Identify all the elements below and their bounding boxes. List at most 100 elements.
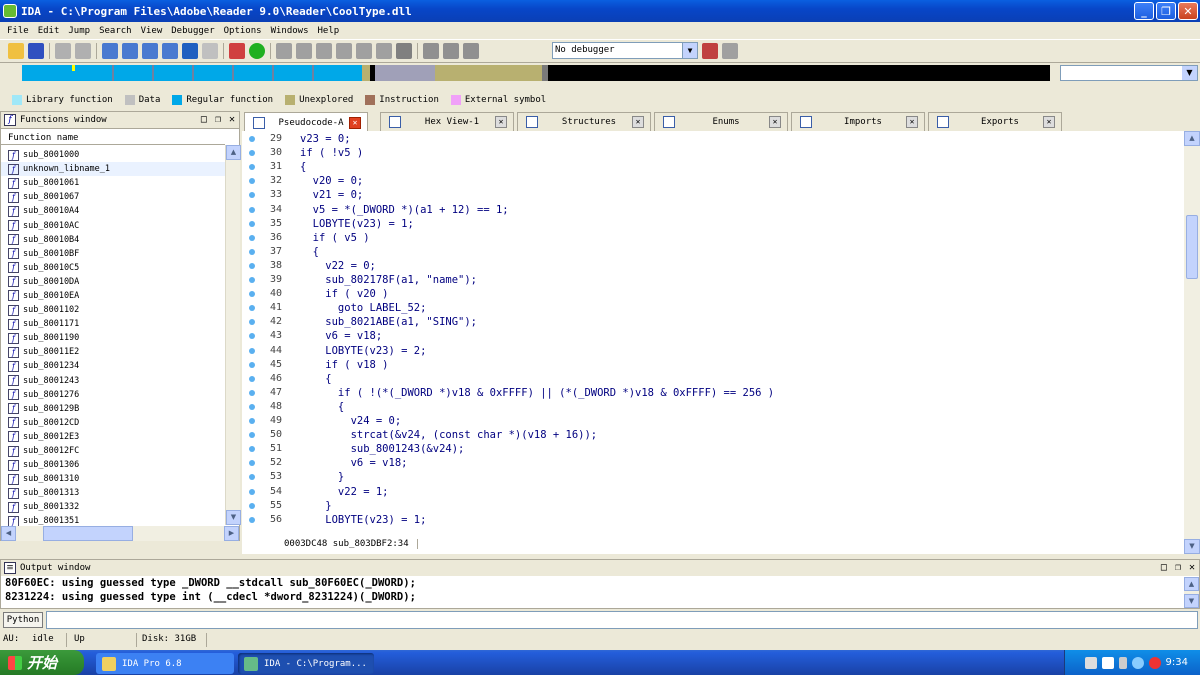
function-list-item[interactable]: f sub_80012CD xyxy=(1,416,225,430)
breakpoint-dot-icon[interactable] xyxy=(249,361,255,368)
function-list-item[interactable]: f sub_80010DA xyxy=(1,275,225,289)
breakpoint-dot-icon[interactable] xyxy=(249,375,255,382)
function-list-item[interactable]: f sub_80012FC xyxy=(1,444,225,458)
function-list-item[interactable]: f sub_800129B xyxy=(1,402,225,416)
code-line[interactable]: 51 sub_8001243(&v24); xyxy=(242,442,1142,456)
open-icon[interactable] xyxy=(8,43,24,59)
breakpoint-dot-icon[interactable] xyxy=(249,460,255,467)
menu-help[interactable]: Help xyxy=(318,26,340,36)
code-line[interactable]: 48 { xyxy=(242,400,1142,414)
undefine-icon[interactable] xyxy=(356,43,372,59)
function-list-item[interactable]: f sub_8001102 xyxy=(1,303,225,317)
code-line[interactable]: 40 if ( v20 ) xyxy=(242,287,1142,301)
scroll-down-icon[interactable]: ▼ xyxy=(1184,539,1200,554)
plugin-icon[interactable] xyxy=(702,43,718,59)
code-line[interactable]: 30 if ( !v5 ) xyxy=(242,146,1142,160)
options-icon[interactable] xyxy=(722,43,738,59)
taskbar-item-ida-folder[interactable]: IDA Pro 6.8 xyxy=(96,653,234,674)
save-icon[interactable] xyxy=(28,43,44,59)
analysis-icon[interactable] xyxy=(229,43,245,59)
menu-jump[interactable]: Jump xyxy=(68,26,90,36)
menu-search[interactable]: Search xyxy=(99,26,132,36)
tab-close-icon[interactable]: ✕ xyxy=(906,116,918,128)
code-line[interactable]: 56 LOBYTE(v23) = 1; xyxy=(242,513,1142,527)
code-line[interactable]: 46 { xyxy=(242,372,1142,386)
breakpoint-dot-icon[interactable] xyxy=(249,403,255,410)
tab-close-icon[interactable]: ✕ xyxy=(1043,116,1055,128)
code-line[interactable]: 39 sub_802178F(a1, "name"); xyxy=(242,273,1142,287)
code-line[interactable]: 47 if ( !(*(_DWORD *)v18 & 0xFFFF) || (*… xyxy=(242,386,1142,400)
function-list-item[interactable]: f sub_8001332 xyxy=(1,500,225,514)
scroll-thumb[interactable] xyxy=(43,526,133,541)
function-list-item[interactable]: f sub_8001243 xyxy=(1,374,225,388)
function-list-item[interactable]: f sub_8001306 xyxy=(1,458,225,472)
code-line[interactable]: 37 { xyxy=(242,245,1142,259)
tab-close-icon[interactable]: ✕ xyxy=(632,116,644,128)
code-line[interactable]: 54 v22 = 1; xyxy=(242,485,1142,499)
pseudocode-vscrollbar[interactable]: ▲ ▼ xyxy=(1184,131,1200,554)
breakpoint-dot-icon[interactable] xyxy=(249,502,255,509)
code-line[interactable]: 29 v23 = 0; xyxy=(242,132,1142,146)
function-list-item[interactable]: f sub_80010AC xyxy=(1,218,225,232)
keyboard-icon[interactable] xyxy=(1084,656,1097,669)
tab-enums[interactable]: Enums ✕ xyxy=(654,112,788,131)
menu-options[interactable]: Options xyxy=(224,26,262,36)
security-icon[interactable] xyxy=(1148,656,1161,669)
panel-float-icon[interactable]: ❐ xyxy=(1175,562,1181,573)
code-line[interactable]: 35 LOBYTE(v23) = 1; xyxy=(242,217,1142,231)
code-line[interactable]: 52 v6 = v18; xyxy=(242,456,1142,470)
code-line[interactable]: 34 v5 = *(_DWORD *)(a1 + 12) == 1; xyxy=(242,203,1142,217)
text-search-icon[interactable] xyxy=(122,43,138,59)
scroll-up-icon[interactable]: ▲ xyxy=(1184,577,1199,591)
code-line[interactable]: 32 v20 = 0; xyxy=(242,174,1142,188)
navigation-band[interactable] xyxy=(22,65,1050,81)
python-button[interactable]: Python xyxy=(3,612,43,628)
breakpoint-dot-icon[interactable] xyxy=(249,136,255,142)
code-line[interactable]: 55 } xyxy=(242,499,1142,513)
scroll-left-icon[interactable]: ◀ xyxy=(1,526,16,541)
tab-pseudocode-a[interactable]: Pseudocode-A ✕ xyxy=(244,112,368,132)
scroll-down-icon[interactable]: ▼ xyxy=(1184,594,1199,608)
function-list-item[interactable]: f sub_80010C5 xyxy=(1,261,225,275)
code-line[interactable]: 31 { xyxy=(242,160,1142,174)
jump-up-icon[interactable] xyxy=(182,43,198,59)
menu-windows[interactable]: Windows xyxy=(271,26,309,36)
breakpoint-dot-icon[interactable] xyxy=(249,418,255,424)
breakpoint-dot-icon[interactable] xyxy=(249,347,255,354)
next-search-icon[interactable] xyxy=(162,43,178,59)
function-list-item[interactable]: f sub_80011E2 xyxy=(1,345,225,359)
breakpoint-dot-icon[interactable] xyxy=(249,305,255,312)
breakpoint-dot-icon[interactable] xyxy=(249,432,255,439)
function-list-vscrollbar[interactable]: ▲ ▼ xyxy=(225,145,241,525)
scroll-right-icon[interactable]: ▶ xyxy=(224,526,239,541)
panel-float-icon[interactable]: ❐ xyxy=(215,114,221,125)
function-list-item[interactable]: f unknown_libname_1 xyxy=(1,162,225,177)
code-line[interactable]: 49 v24 = 0; xyxy=(242,414,1142,428)
code-line[interactable]: 43 v6 = v18; xyxy=(242,329,1142,343)
pseudocode-view[interactable]: 29 v23 = 0; 30 if ( !v5 ) 31{32 v20 = 0; 33 v… xyxy=(242,131,1184,538)
scroll-up-icon[interactable]: ▲ xyxy=(226,145,241,160)
menu-view[interactable]: View xyxy=(141,26,163,36)
back-icon[interactable] xyxy=(55,43,71,59)
help-icon[interactable] xyxy=(1101,656,1114,669)
panel-close-icon[interactable]: ✕ xyxy=(1189,562,1195,573)
delete-icon[interactable] xyxy=(396,43,412,59)
network-icon[interactable] xyxy=(1131,656,1144,669)
breakpoint-dot-icon[interactable] xyxy=(249,206,255,213)
breakpoint-dot-icon[interactable] xyxy=(249,389,255,396)
python-command-input[interactable] xyxy=(46,611,1198,629)
minimize-button[interactable]: _ xyxy=(1134,2,1154,20)
code-line[interactable]: 42 sub_8021ABE(a1, "SING"); xyxy=(242,315,1142,329)
function-list-item[interactable]: f sub_8001234 xyxy=(1,359,225,373)
stop-icon[interactable] xyxy=(463,43,479,59)
code-line[interactable]: 50 strcat(&v24, (const char *)(v18 + 16)… xyxy=(242,428,1142,442)
function-list-item[interactable]: f sub_8001313 xyxy=(1,486,225,500)
tab-imports[interactable]: Imports ✕ xyxy=(791,112,925,131)
graph-icon[interactable] xyxy=(202,43,218,59)
debugger-select[interactable]: No debugger ▼ xyxy=(552,42,698,59)
forward-icon[interactable] xyxy=(75,43,91,59)
string-icon[interactable] xyxy=(316,43,332,59)
breakpoint-dot-icon[interactable] xyxy=(249,248,255,255)
code-line[interactable]: 41 goto LABEL_52; xyxy=(242,301,1142,315)
pause-icon[interactable] xyxy=(443,43,459,59)
